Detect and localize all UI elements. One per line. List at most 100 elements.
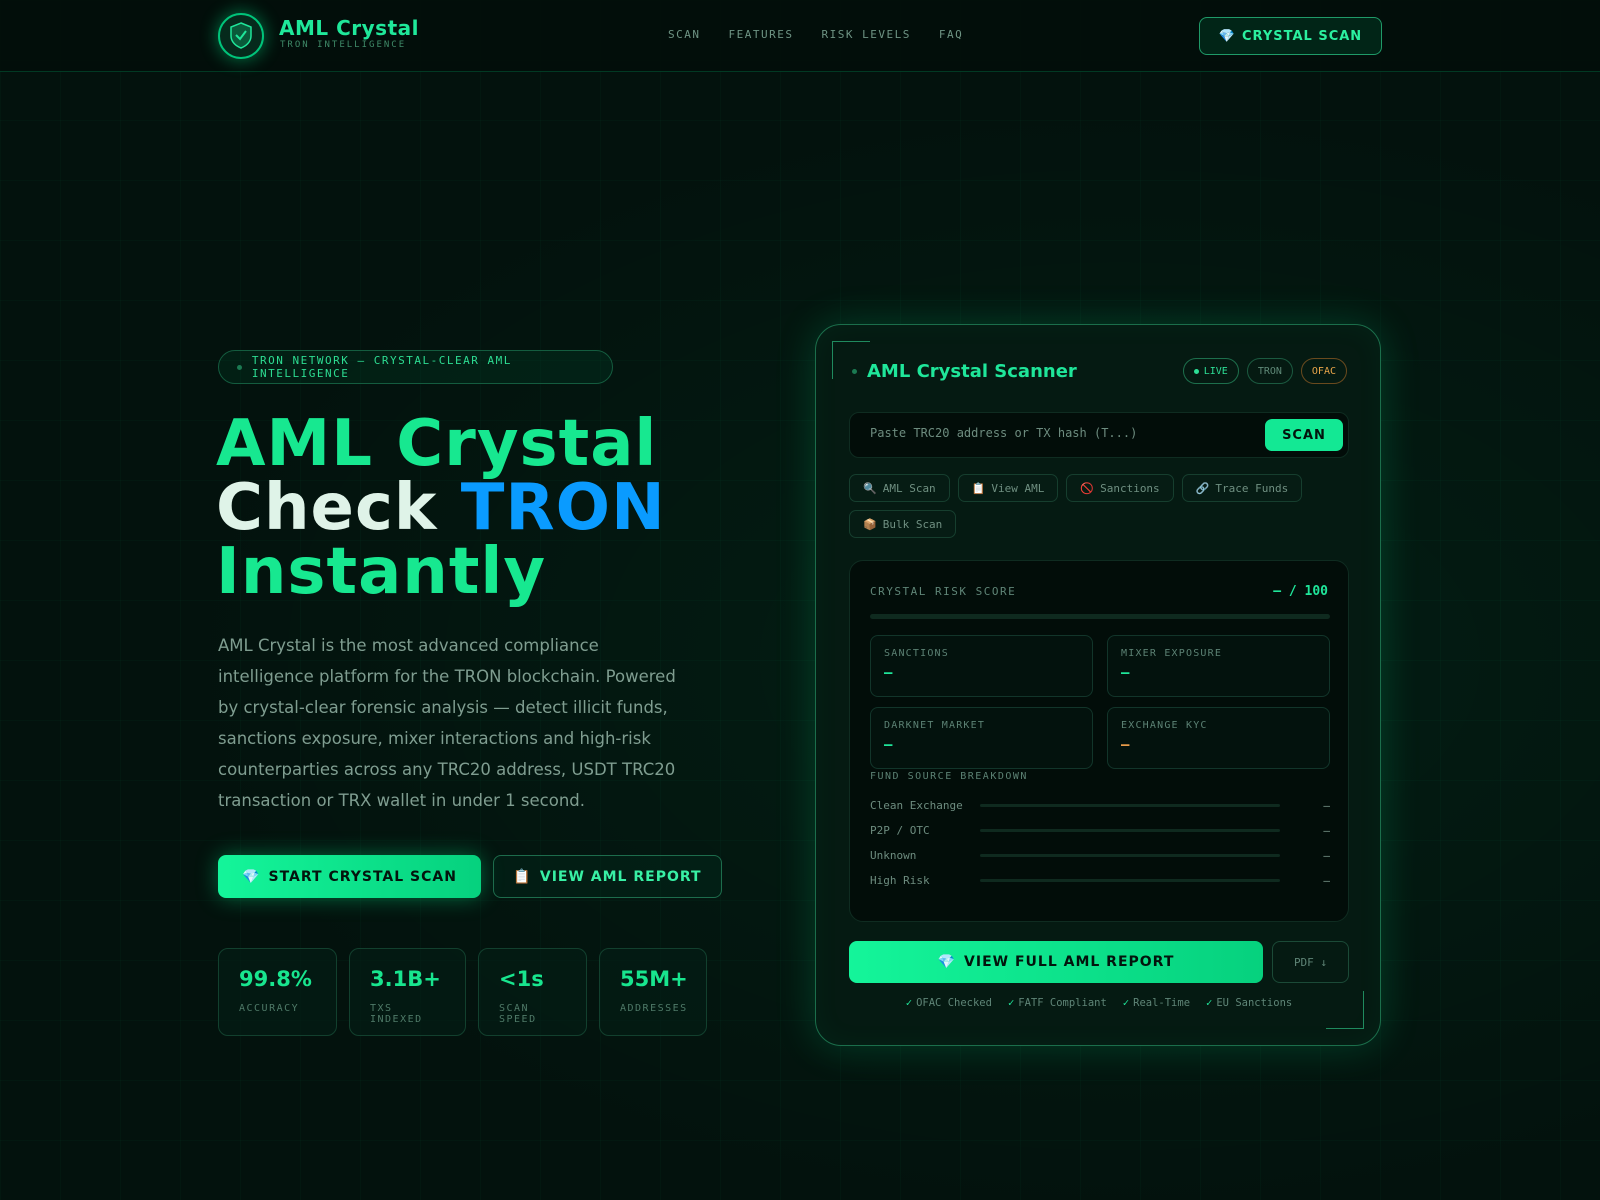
view-full-aml-report-button[interactable]: 💎 VIEW FULL AML REPORT (849, 941, 1263, 983)
stat-accuracy: 99.8% ACCURACY (218, 948, 337, 1036)
start-crystal-scan-button[interactable]: 💎 START CRYSTAL SCAN (218, 855, 481, 898)
stat-value: <1s (499, 967, 544, 991)
address-input[interactable] (870, 426, 1240, 440)
stat-label: TXS INDEXED (370, 1003, 423, 1025)
fund-bar (980, 804, 1280, 807)
stat-label: ACCURACY (239, 1003, 300, 1014)
check-label: EU Sanctions (1216, 997, 1293, 1009)
full-report-label: VIEW FULL AML REPORT (964, 954, 1175, 970)
fund-source-label: FUND SOURCE BREAKDOWN (870, 771, 1028, 782)
check-item: ✓ FATF Compliant (1008, 997, 1107, 1009)
top-navbar: AML Crystal TRON INTELLIGENCE SCAN FEATU… (0, 0, 1600, 72)
hero-title-line1: AML Crystal (216, 407, 658, 481)
nav-risk-levels[interactable]: RISK LEVELS (821, 28, 910, 41)
tool-label: Sanctions (1100, 481, 1160, 495)
stat-scan-speed: <1s SCAN SPEED (478, 948, 587, 1036)
fund-name: Unknown (870, 849, 917, 862)
risk-score-label: CRYSTAL RISK SCORE (870, 585, 1017, 598)
tool-sanctions[interactable]: 🚫 Sanctions (1066, 474, 1174, 502)
scan-button[interactable]: SCAN (1265, 419, 1343, 451)
stat-txs-indexed: 3.1B+ TXS INDEXED (349, 948, 466, 1036)
live-label: LIVE (1203, 365, 1228, 377)
live-dot-icon (1193, 368, 1199, 374)
hero-description: AML Crystal is the most advanced complia… (218, 636, 676, 810)
scanner-title: AML Crystal Scanner (852, 361, 1077, 382)
package-icon: 📦 (863, 517, 877, 531)
tool-chips: 🔍 AML Scan 📋 View AML 🚫 Sanctions 🔗 Trac… (849, 474, 1349, 538)
stat-value: 55M+ (620, 967, 688, 991)
cell-title: SANCTIONS (884, 648, 949, 659)
risk-category-grid: SANCTIONS — MIXER EXPOSURE — DARKNET MAR… (870, 635, 1330, 769)
risk-score-bar (870, 614, 1330, 619)
risk-score-value: — / 100 (1273, 584, 1328, 599)
tool-view-aml[interactable]: 📋 View AML (957, 474, 1059, 502)
scanner-card: AML Crystal Scanner LIVE TRON OFAC SCAN … (815, 324, 1381, 1046)
gem-icon: 💎 (1218, 28, 1236, 44)
cell-title: MIXER EXPOSURE (1121, 648, 1223, 659)
crystal-scan-button[interactable]: 💎 CRYSTAL SCAN (1199, 17, 1382, 55)
nav-scan[interactable]: SCAN (668, 28, 701, 41)
view-report-label: VIEW AML REPORT (539, 868, 702, 885)
pdf-download-button[interactable]: PDF ↓ (1272, 941, 1349, 983)
fund-bar (980, 854, 1280, 857)
compliance-checks: ✓ OFAC Checked ✓ FATF Compliant ✓ Real-Time… (849, 997, 1349, 1009)
cell-title: DARKNET MARKET (884, 720, 986, 731)
risk-results-panel: CRYSTAL RISK SCORE — / 100 SANCTIONS — M… (849, 560, 1349, 922)
cell-value: — (884, 737, 893, 753)
fund-bar (980, 829, 1280, 832)
mixer-exposure-cell: MIXER EXPOSURE — (1107, 635, 1330, 697)
check-item: ✓ Real-Time (1123, 997, 1190, 1009)
brand-subtitle: TRON INTELLIGENCE (280, 40, 407, 50)
hero-title-tron: TRON (460, 471, 666, 545)
check-icon: ✓ (1206, 997, 1213, 1009)
check-icon: ✓ (1007, 997, 1015, 1009)
nav-features[interactable]: FEATURES (729, 28, 794, 41)
tool-label: View AML (991, 481, 1045, 495)
stat-value: 3.1B+ (370, 967, 441, 991)
live-badge: LIVE (1182, 358, 1239, 384)
fund-row-unknown: Unknown — (870, 843, 1330, 868)
hero-tagline: TRON NETWORK — CRYSTAL-CLEAR AML INTELLI… (218, 350, 613, 384)
view-aml-report-button[interactable]: 📋 VIEW AML REPORT (493, 855, 722, 898)
cell-title: EXCHANGE KYC (1121, 720, 1208, 731)
gem-icon: 💎 (242, 868, 261, 885)
prohibited-icon: 🚫 (1080, 481, 1095, 495)
brand-name[interactable]: AML Crystal (279, 16, 419, 40)
exchange-kyc-cell: EXCHANGE KYC — (1107, 707, 1330, 769)
check-label: Real-Time (1133, 997, 1191, 1009)
fund-value: — (1323, 849, 1330, 862)
fund-row-p2p-otc: P2P / OTC — (870, 818, 1330, 843)
tool-trace-funds[interactable]: 🔗 Trace Funds (1181, 474, 1303, 502)
check-item: ✓ OFAC Checked (906, 997, 992, 1009)
check-icon: ✓ (905, 997, 913, 1009)
gem-icon: 💎 (937, 954, 957, 970)
main-nav: SCAN FEATURES RISK LEVELS FAQ (668, 28, 963, 41)
cell-value: — (1121, 665, 1130, 681)
crystal-scan-label: CRYSTAL SCAN (1241, 28, 1363, 44)
tool-aml-scan[interactable]: 🔍 AML Scan (849, 474, 950, 502)
hero-title-check: Check (216, 471, 438, 545)
tool-label: AML Scan (882, 481, 936, 495)
clipboard-icon: 📋 (971, 481, 986, 495)
fund-name: High Risk (870, 874, 930, 887)
ofac-badge: OFAC (1300, 358, 1347, 384)
tool-bulk-scan[interactable]: 📦 Bulk Scan (849, 510, 957, 538)
link-icon: 🔗 (1195, 481, 1210, 495)
magnifier-icon: 🔍 (863, 481, 877, 495)
fund-name: Clean Exchange (870, 799, 963, 812)
start-scan-label: START CRYSTAL SCAN (268, 868, 457, 885)
fund-value: — (1323, 824, 1330, 837)
cell-value: — (884, 665, 893, 681)
network-badge: TRON (1246, 358, 1293, 384)
clipboard-icon: 📋 (513, 868, 532, 885)
logo[interactable] (218, 13, 264, 59)
tagline-text: TRON NETWORK — CRYSTAL-CLEAR AML INTELLI… (251, 354, 512, 380)
shield-check-icon (230, 22, 252, 49)
scanner-title-text: AML Crystal Scanner (867, 361, 1077, 382)
nav-faq[interactable]: FAQ (939, 28, 963, 41)
hero-stats: 99.8% ACCURACY 3.1B+ TXS INDEXED <1s SCA… (218, 948, 707, 1036)
fund-source-list: Clean Exchange — P2P / OTC — Unknown — H… (870, 793, 1330, 893)
stat-addresses: 55M+ ADDRESSES (599, 948, 707, 1036)
tool-label: Trace Funds (1215, 481, 1289, 495)
stat-value: 99.8% (239, 967, 312, 991)
